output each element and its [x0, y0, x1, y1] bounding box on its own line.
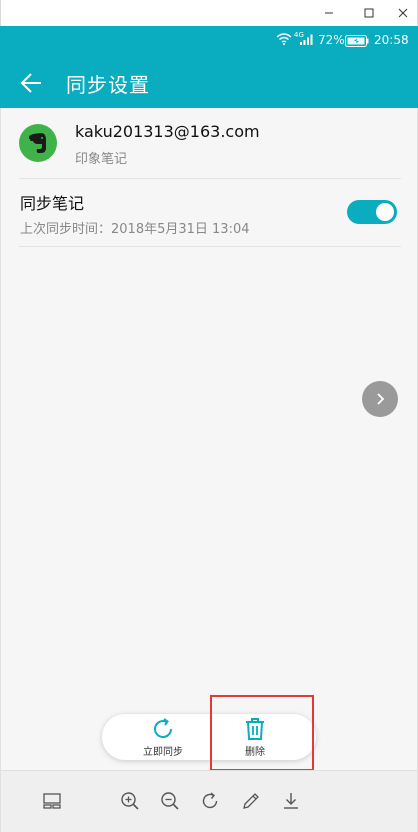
sync-now-button[interactable]: 立即同步 — [128, 714, 198, 760]
edit-button[interactable] — [240, 790, 262, 812]
toggle-knob — [376, 203, 394, 221]
minimize-icon — [325, 12, 333, 14]
next-page-button[interactable] — [362, 381, 398, 417]
app-header: 4G 72% 20:58 同步设置 — [0, 26, 418, 108]
zoom-out-button[interactable] — [159, 790, 181, 812]
zoom-in-button[interactable] — [119, 790, 141, 812]
bottom-toolbar — [0, 770, 418, 832]
last-sync-time: 上次同步时间：2018年5月31日 13:04 — [20, 222, 250, 237]
page-title: 同步设置 — [66, 73, 150, 97]
download-button[interactable] — [280, 790, 302, 812]
trash-icon — [243, 717, 267, 741]
wifi-icon — [276, 33, 292, 45]
evernote-avatar — [19, 124, 57, 162]
divider — [19, 246, 401, 247]
chevron-right-icon — [377, 393, 385, 405]
back-arrow-icon — [20, 73, 41, 93]
elephant-icon — [29, 133, 46, 153]
sync-notes-toggle[interactable] — [347, 200, 397, 224]
rotate-button[interactable] — [199, 790, 221, 812]
battery-icon — [345, 35, 369, 47]
window-title-bar — [0, 0, 418, 26]
sync-icon — [151, 717, 175, 741]
clock: 20:58 — [374, 33, 409, 47]
back-button[interactable] — [16, 68, 46, 98]
maximize-icon — [364, 8, 374, 18]
delete-label: 删除 — [245, 747, 265, 758]
edit-icon — [243, 793, 259, 809]
maximize-button[interactable] — [351, 0, 387, 26]
signal-icon — [300, 34, 314, 45]
account-app-name: 印象笔记 — [75, 152, 128, 167]
rotate-icon — [202, 792, 218, 809]
minimize-button[interactable] — [311, 0, 347, 26]
close-icon — [398, 8, 408, 18]
action-bar: 立即同步 删除 — [102, 714, 316, 760]
zoom-in-icon — [121, 792, 139, 810]
account-row[interactable]: kaku201313@163.com 印象笔记 — [1, 108, 418, 178]
settings-content: kaku201313@163.com 印象笔记 同步笔记 上次同步时间：2018… — [0, 108, 418, 770]
account-email: kaku201313@163.com — [75, 122, 260, 141]
sync-now-label: 立即同步 — [143, 747, 183, 758]
sync-notes-row: 同步笔记 上次同步时间：2018年5月31日 13:04 — [1, 178, 418, 246]
layout-button[interactable] — [41, 790, 63, 812]
layout-icon — [43, 793, 61, 809]
close-button[interactable] — [385, 0, 418, 26]
status-bar: 4G 72% 20:58 — [0, 26, 418, 56]
battery-percent: 72% — [318, 33, 345, 47]
zoom-out-icon — [161, 792, 179, 810]
download-icon — [284, 793, 298, 809]
sync-notes-title: 同步笔记 — [20, 194, 85, 213]
delete-button[interactable]: 删除 — [220, 714, 290, 760]
